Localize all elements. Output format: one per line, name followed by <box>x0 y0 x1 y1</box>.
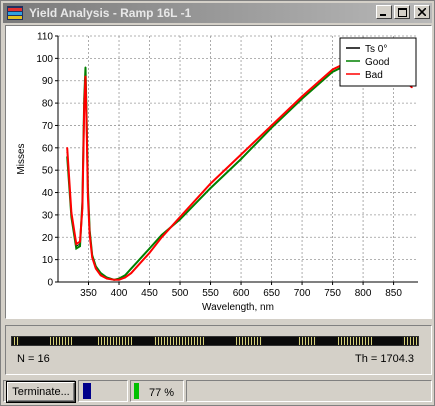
data-point <box>91 256 93 259</box>
message-cell <box>186 380 432 402</box>
y-tick-label: 30 <box>42 210 54 221</box>
data-point <box>240 158 242 160</box>
data-point <box>148 247 151 250</box>
status-bar: Terminate... 77 % <box>3 380 434 404</box>
x-tick-label: 350 <box>80 288 97 299</box>
title-bar[interactable]: Yield Analysis - Ramp 16L -1 <box>3 3 432 23</box>
data-point <box>66 147 68 149</box>
x-tick-label: 850 <box>385 288 402 299</box>
x-axis-label: Wavelength, nm <box>202 302 274 313</box>
data-point <box>99 274 102 277</box>
x-tick-label: 400 <box>111 288 128 299</box>
data-point <box>81 207 84 209</box>
data-point <box>84 66 87 69</box>
data-point <box>142 258 145 261</box>
data-point <box>88 234 91 236</box>
y-tick-label: 90 <box>42 76 54 87</box>
y-tick-label: 20 <box>42 233 54 244</box>
x-tick-label: 750 <box>324 288 341 299</box>
y-axis-label: Misses <box>16 143 27 174</box>
window-title: Yield Analysis - Ramp 16L -1 <box>29 6 192 20</box>
minimize-button[interactable] <box>376 5 392 19</box>
plot-panel: 350 400 450 500 550 600 650 700 750 800 850 0 10 20 30… <box>5 25 432 319</box>
y-tick-label: 0 <box>47 278 53 289</box>
close-button[interactable] <box>414 5 430 19</box>
data-point <box>85 129 88 131</box>
y-tick-label: 110 <box>37 32 53 43</box>
yield-analysis-window: Yield Analysis - Ramp 16L -1 350 400 450 50… <box>0 0 435 406</box>
data-point <box>179 216 181 218</box>
y-tick-label: 80 <box>42 99 54 110</box>
data-point <box>124 276 126 279</box>
x-tick-label: 600 <box>233 288 250 299</box>
data-point <box>87 196 89 198</box>
yield-chart[interactable]: 350 400 450 500 550 600 650 700 750 800 850 0 10 20 30… <box>6 26 431 318</box>
data-point <box>411 86 413 89</box>
data-point <box>148 252 151 254</box>
legend: Ts 0° Good Bad <box>339 37 417 87</box>
progress-fill <box>134 383 139 399</box>
y-tick-label: 40 <box>42 188 54 199</box>
indicator-cell <box>78 380 128 402</box>
data-point <box>106 277 108 280</box>
data-point <box>270 124 273 127</box>
data-point <box>209 187 212 189</box>
data-point <box>83 106 86 109</box>
data-point <box>70 211 73 214</box>
maximize-icon <box>397 7 407 17</box>
data-point <box>79 245 81 248</box>
data-point <box>130 272 133 274</box>
data-point <box>79 240 81 243</box>
data-point <box>301 95 303 98</box>
progress-text: 77 % <box>149 387 175 399</box>
data-point <box>136 261 139 263</box>
app-icon <box>7 6 23 20</box>
data-point <box>118 278 120 281</box>
data-point <box>130 267 133 270</box>
data-point <box>84 75 87 78</box>
x-tick-label: 550 <box>202 288 219 299</box>
data-point <box>75 247 78 250</box>
x-tick-label: 500 <box>172 288 189 299</box>
y-tick-label: 60 <box>42 143 54 154</box>
y-tick-label: 50 <box>42 166 54 177</box>
data-point <box>160 236 163 239</box>
status-panel <box>5 325 432 375</box>
data-point <box>209 182 212 185</box>
legend-label: Good <box>365 57 389 68</box>
x-tick-label: 450 <box>141 288 158 299</box>
data-point <box>75 243 78 245</box>
data-point <box>331 68 334 71</box>
maximize-button[interactable] <box>394 5 410 19</box>
x-tick-label: 650 <box>263 288 280 299</box>
legend-label: Ts 0° <box>365 44 387 55</box>
minimize-icon <box>380 14 386 16</box>
data-point <box>136 265 139 268</box>
close-icon <box>418 8 426 16</box>
sample-count: N = 16 <box>17 353 50 365</box>
data-point <box>113 278 115 281</box>
y-tick-label: 100 <box>36 54 53 65</box>
data-point <box>240 153 242 156</box>
threshold-value: Th = 1704.3 <box>354 353 414 365</box>
legend-label: Bad <box>365 70 383 81</box>
terminate-button[interactable]: Terminate... <box>6 381 76 403</box>
data-point <box>142 254 145 256</box>
yield-map-bar <box>11 336 419 346</box>
x-tick-label: 700 <box>294 288 311 299</box>
activity-indicator <box>83 383 91 399</box>
x-tick-label: 800 <box>355 288 372 299</box>
y-tick-label: 10 <box>42 255 54 266</box>
y-tick-label: 70 <box>42 121 54 132</box>
data-point <box>95 267 97 270</box>
